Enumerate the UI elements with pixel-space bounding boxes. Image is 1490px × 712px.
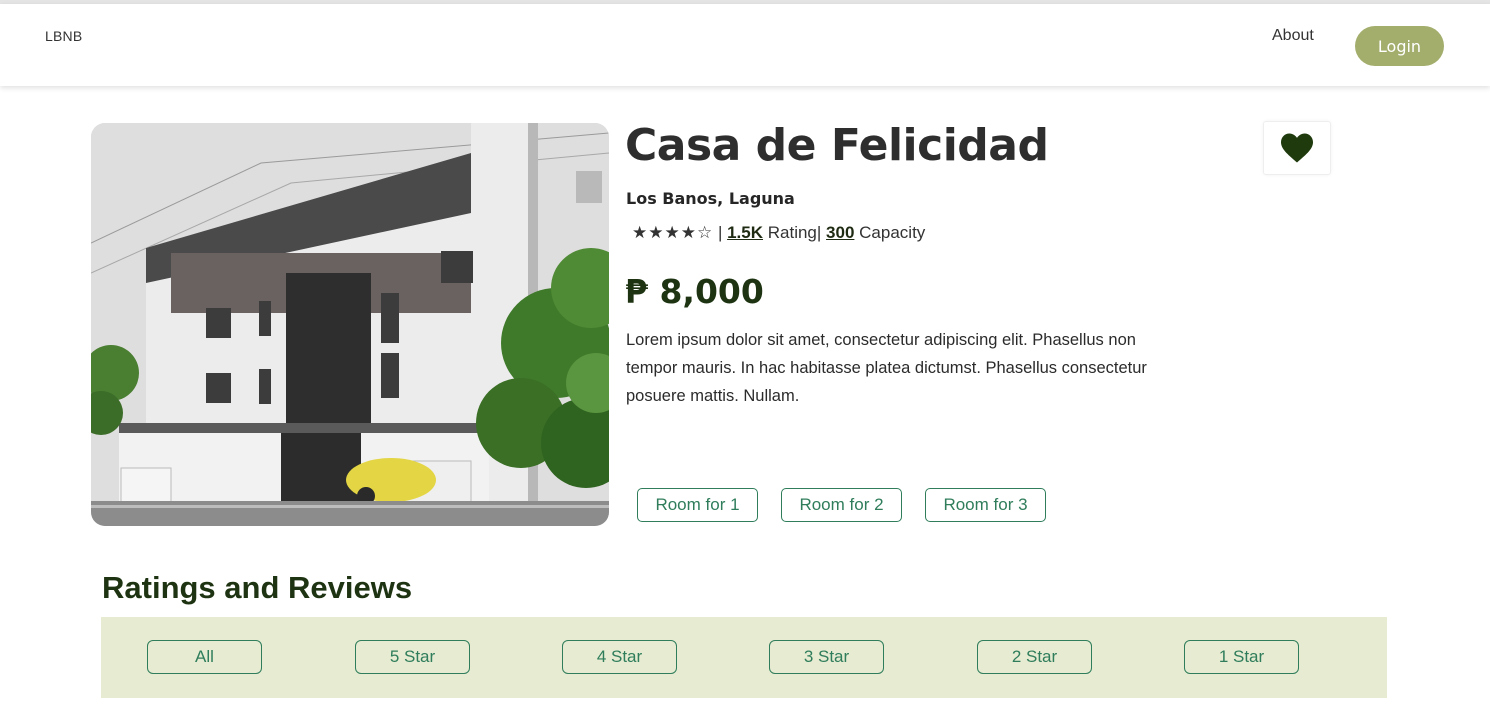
- review-filter-bar: All 5 Star 4 Star 3 Star 2 Star 1 Star: [101, 617, 1387, 698]
- capacity-value-link[interactable]: 300: [826, 223, 854, 242]
- rating-row: ★★★★☆ | 1.5K Rating| 300 Capacity: [632, 223, 925, 243]
- capacity-label: Capacity: [859, 223, 926, 242]
- filter-2-star-button[interactable]: 2 Star: [977, 640, 1092, 674]
- filter-1-star-button[interactable]: 1 Star: [1184, 640, 1299, 674]
- room-option-button[interactable]: Room for 2: [781, 488, 902, 522]
- rating-label: Rating: [767, 223, 817, 242]
- listing-price: ₱ 8,000: [625, 272, 764, 311]
- reviews-section-title: Ratings and Reviews: [102, 570, 413, 605]
- favorite-button[interactable]: [1263, 121, 1331, 175]
- room-option-button[interactable]: Room for 3: [925, 488, 1046, 522]
- nav-link-about[interactable]: About: [1272, 27, 1314, 45]
- filter-3-star-button[interactable]: 3 Star: [769, 640, 884, 674]
- listing-description: Lorem ipsum dolor sit amet, consectetur …: [626, 331, 1147, 405]
- listing-location: Los Banos, Laguna: [626, 189, 795, 208]
- brand-logo[interactable]: LBNB: [45, 28, 82, 44]
- listing-title: Casa de Felicidad: [625, 120, 1049, 171]
- filter-4-star-button[interactable]: 4 Star: [562, 640, 677, 674]
- filter-all-button[interactable]: All: [147, 640, 262, 674]
- separator: |: [816, 223, 822, 242]
- navbar: LBNB About Login: [0, 4, 1490, 86]
- heart-icon: [1281, 133, 1313, 163]
- rating-count-link[interactable]: 1.5K: [727, 223, 763, 242]
- star-rating: ★★★★☆: [632, 223, 714, 242]
- room-option-button[interactable]: Room for 1: [637, 488, 758, 522]
- listing-photo: [91, 123, 609, 526]
- filter-5-star-button[interactable]: 5 Star: [355, 640, 470, 674]
- separator: |: [717, 223, 723, 242]
- login-button[interactable]: Login: [1355, 26, 1444, 66]
